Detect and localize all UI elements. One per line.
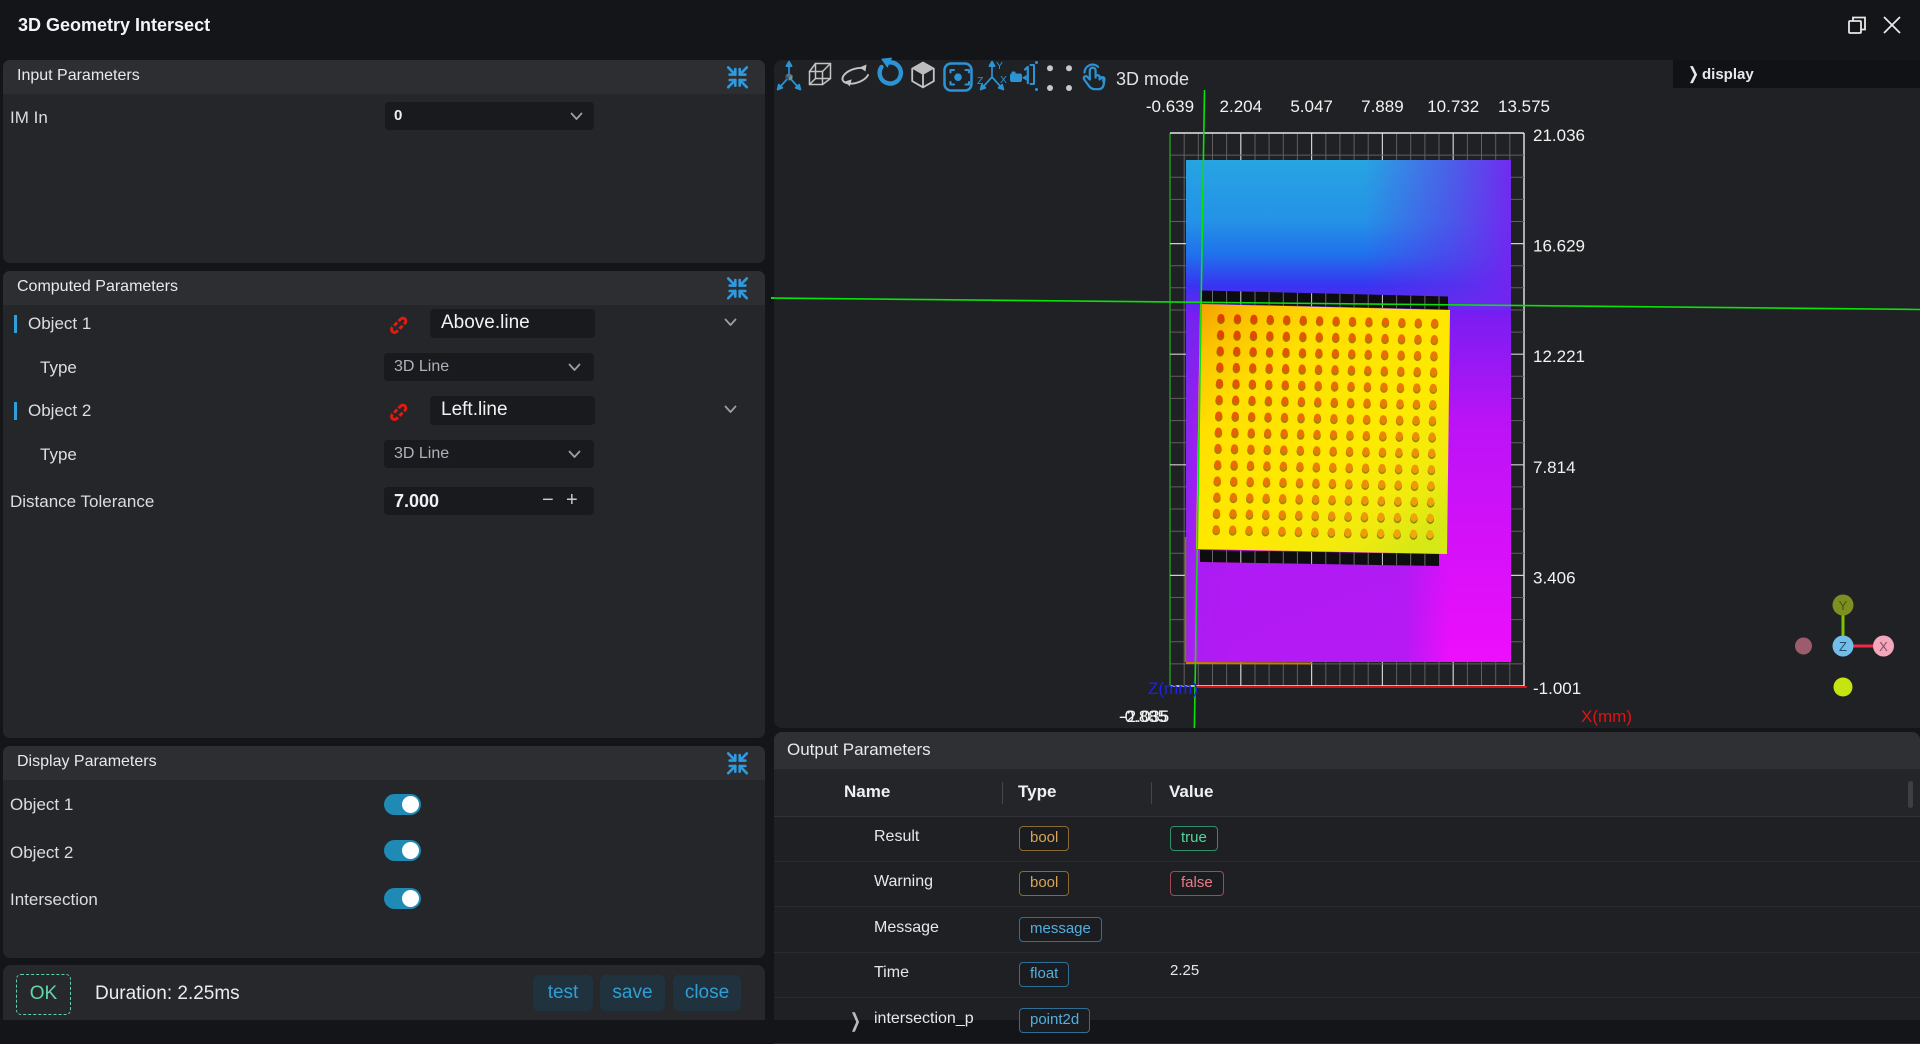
svg-text:5.047: 5.047 <box>1290 97 1333 116</box>
svg-text:Y: Y <box>996 60 1003 72</box>
svg-text:7.814: 7.814 <box>1533 458 1576 477</box>
svg-text:12.221: 12.221 <box>1533 347 1585 366</box>
svg-text:3.406: 3.406 <box>1533 568 1576 587</box>
svg-text:Y: Y <box>1839 598 1848 613</box>
svg-text:16.629: 16.629 <box>1533 237 1585 256</box>
svg-text:-2.035: -2.035 <box>1121 707 1169 726</box>
svg-text:X(mm): X(mm) <box>1581 707 1632 726</box>
svg-text:21.036: 21.036 <box>1533 126 1585 145</box>
svg-text:2.204: 2.204 <box>1220 97 1263 116</box>
svg-text:Z: Z <box>1839 639 1847 654</box>
svg-text:7.889: 7.889 <box>1361 97 1404 116</box>
svg-text:13.575: 13.575 <box>1498 97 1550 116</box>
svg-text:10.732: 10.732 <box>1427 97 1479 116</box>
svg-text:Z: Z <box>977 75 984 87</box>
svg-text:X: X <box>1000 74 1007 86</box>
svg-text:X: X <box>1879 639 1888 654</box>
svg-text:Z(mm): Z(mm) <box>1148 679 1198 698</box>
svg-text:-1.001: -1.001 <box>1533 679 1581 698</box>
